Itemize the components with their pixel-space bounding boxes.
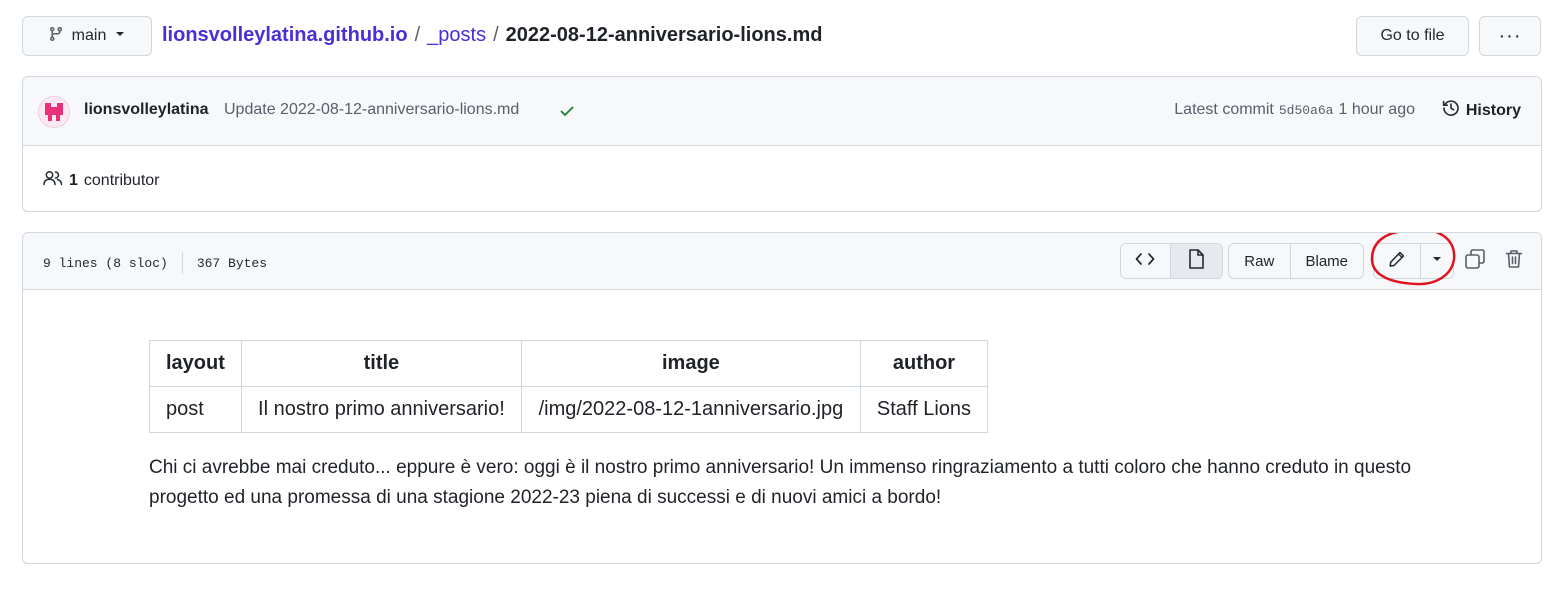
rendered-markdown: layout title image author post Il nostro… bbox=[149, 340, 1439, 513]
table-header-cell: title bbox=[240, 340, 522, 387]
file-header: 9 lines (8 sloc) 367 Bytes Raw Blame bbox=[23, 233, 1541, 290]
code-icon bbox=[1135, 251, 1155, 272]
file-size: 367 Bytes bbox=[196, 255, 268, 271]
view-toggle bbox=[1120, 243, 1223, 279]
caret-down-icon bbox=[1431, 252, 1443, 270]
branch-icon bbox=[48, 26, 64, 47]
contributor-label: contributor bbox=[83, 171, 160, 189]
table-cell: Il nostro primo anniversario! bbox=[240, 386, 522, 433]
avatar[interactable] bbox=[38, 96, 70, 128]
commit-sha-link[interactable]: 5d50a6a bbox=[1279, 103, 1334, 118]
table-header-cell: image bbox=[520, 340, 861, 387]
history-label: History bbox=[1465, 101, 1521, 119]
contributor-count: 1 bbox=[69, 171, 78, 189]
history-icon bbox=[1442, 99, 1460, 122]
breadcrumb-repo-link[interactable]: lionsvolleylatina.github.io bbox=[162, 24, 408, 47]
breadcrumb-file: 2022-08-12-anniversario-lions.md bbox=[505, 24, 823, 46]
file-lines: 9 lines (8 sloc) bbox=[43, 255, 168, 271]
table-row: post Il nostro primo anniversario! /img/… bbox=[149, 386, 989, 433]
breadcrumb-separator: / bbox=[493, 24, 499, 46]
breadcrumb-dir-link[interactable]: _posts bbox=[427, 24, 486, 47]
table-header-cell: layout bbox=[149, 340, 242, 387]
file-icon bbox=[1188, 248, 1205, 274]
copy-raw-button[interactable] bbox=[1461, 247, 1489, 275]
contributors-link[interactable]: 1 contributor bbox=[43, 170, 160, 191]
check-icon[interactable] bbox=[559, 103, 575, 124]
latest-commit-label: Latest commit bbox=[1174, 101, 1274, 118]
commit-meta: Latest commit 5d50a6a 1 hour ago bbox=[1174, 101, 1415, 119]
trash-icon bbox=[1505, 249, 1523, 274]
go-to-file-button[interactable]: Go to file bbox=[1356, 16, 1469, 56]
frontmatter-table: layout title image author post Il nostro… bbox=[149, 340, 989, 433]
file-info: 9 lines (8 sloc) 367 Bytes bbox=[43, 252, 267, 274]
more-options-button[interactable]: ··· bbox=[1479, 16, 1541, 56]
file-box: 9 lines (8 sloc) 367 Bytes Raw Blame lay… bbox=[22, 232, 1542, 564]
caret-down-icon bbox=[114, 27, 126, 45]
raw-blame-group: Raw Blame bbox=[1228, 243, 1364, 279]
edit-group bbox=[1373, 243, 1454, 279]
latest-commit-row: lionsvolleylatina Update 2022-08-12-anni… bbox=[23, 77, 1541, 146]
post-body-text: Chi ci avrebbe mai creduto... eppure è v… bbox=[149, 457, 1412, 508]
breadcrumb-separator: / bbox=[414, 24, 421, 46]
commit-time: 1 hour ago bbox=[1338, 101, 1415, 118]
commit-box: lionsvolleylatina Update 2022-08-12-anni… bbox=[22, 76, 1542, 212]
blame-button[interactable]: Blame bbox=[1291, 244, 1363, 278]
table-cell: /img/2022-08-12-1anniversario.jpg bbox=[520, 386, 861, 433]
edit-dropdown-button[interactable] bbox=[1421, 244, 1453, 278]
table-cell: post bbox=[149, 386, 242, 433]
file-info-divider bbox=[181, 252, 183, 274]
branch-selector-button[interactable]: main bbox=[22, 16, 152, 56]
table-header-row: layout title image author bbox=[149, 340, 989, 387]
table-cell: Staff Lions bbox=[859, 386, 989, 433]
copy-icon bbox=[1464, 248, 1486, 275]
repo-header: main lionsvolleylatina.github.io / _post… bbox=[22, 16, 1541, 56]
edit-file-button[interactable] bbox=[1374, 244, 1422, 278]
display-rendered-button[interactable] bbox=[1170, 244, 1222, 278]
commit-author-link[interactable]: lionsvolleylatina bbox=[84, 101, 208, 119]
pencil-icon bbox=[1388, 250, 1406, 273]
raw-button[interactable]: Raw bbox=[1229, 244, 1291, 278]
history-link[interactable]: History bbox=[1442, 99, 1521, 122]
breadcrumb: lionsvolleylatina.github.io / _posts / 2… bbox=[162, 24, 822, 47]
commit-message-link[interactable]: Update 2022-08-12-anniversario-lions.md bbox=[224, 101, 519, 119]
delete-file-button[interactable] bbox=[1500, 247, 1528, 275]
branch-label: main bbox=[71, 27, 107, 44]
display-source-button[interactable] bbox=[1121, 244, 1171, 278]
people-icon bbox=[43, 170, 63, 191]
table-header-cell: author bbox=[859, 340, 989, 387]
